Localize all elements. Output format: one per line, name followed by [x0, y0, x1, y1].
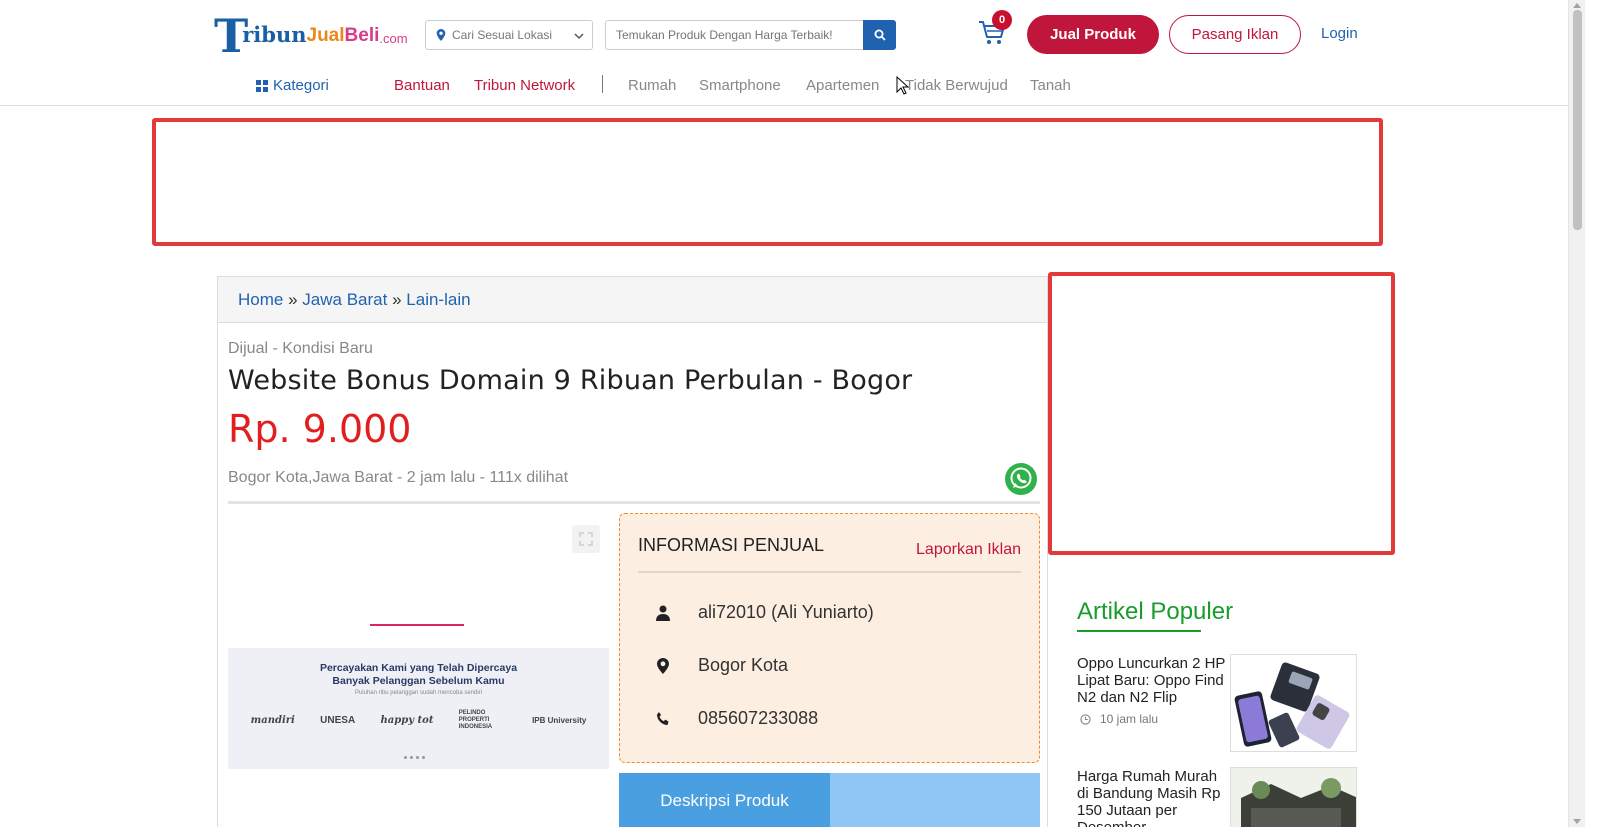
product-panel: Home » Jawa Barat » Lain-lain Dijual - K…: [217, 276, 1048, 827]
slide-dots[interactable]: [404, 756, 425, 759]
nav-category-tanah[interactable]: Tanah: [1030, 76, 1071, 96]
slide-heading: Percayakan Kami yang Telah Dipercaya Ban…: [228, 662, 609, 688]
scroll-down-arrow-icon[interactable]: [1573, 819, 1581, 824]
top-ad-banner[interactable]: [152, 118, 1383, 246]
client-logo-unesa: UNESA: [320, 715, 356, 726]
nav-category-tidak-berwujud[interactable]: Tidak Berwujud: [905, 76, 1008, 96]
scroll-thumb[interactable]: [1573, 10, 1582, 230]
slide-heading-line-2: Banyak Pelanggan Sebelum Kamu: [332, 675, 505, 687]
tab-description[interactable]: Deskripsi Produk: [619, 773, 830, 827]
expand-icon[interactable]: [572, 525, 600, 553]
chevron-down-icon: [574, 33, 584, 40]
category-nav: Kategori Bantuan Tribun Network Rumah Sm…: [0, 70, 1568, 106]
search-icon: [874, 29, 886, 41]
clock-icon: [1080, 713, 1091, 725]
post-ad-button[interactable]: Pasang Iklan: [1169, 15, 1301, 54]
logo-beli: Beli: [344, 25, 380, 46]
phone-icon: [656, 711, 670, 727]
client-logos: mandiri UNESA happy tot PELINDO PROPERTI…: [228, 710, 609, 731]
report-ad-link[interactable]: Laporkan Iklan: [916, 541, 1021, 559]
content-divider: [228, 501, 1040, 504]
breadcrumb-separator: »: [288, 290, 298, 309]
breadcrumb-separator: »: [392, 290, 402, 309]
article-thumbnail-2[interactable]: [1230, 767, 1357, 827]
map-pin-icon: [436, 29, 446, 41]
login-link[interactable]: Login: [1321, 25, 1358, 42]
nav-category-apartemen[interactable]: Apartemen: [806, 76, 879, 96]
nav-separator: [602, 75, 603, 93]
seller-info-title: INFORMASI PENJUAL: [638, 535, 825, 555]
seller-username-row: ali72010 (Ali Yuniarto): [656, 602, 874, 623]
product-price: Rp. 9.000: [228, 407, 412, 451]
article-time-text: 10 jam lalu: [1100, 712, 1159, 726]
search-button[interactable]: [863, 20, 896, 50]
kategori-label: Kategori: [273, 77, 329, 94]
article-time-1: 10 jam lalu: [1080, 712, 1158, 726]
seller-username[interactable]: ali72010 (Ali Yuniarto): [698, 602, 874, 623]
house-image: [1231, 768, 1356, 827]
product-title: Website Bonus Domain 9 Ribuan Perbulan -…: [228, 365, 913, 396]
site-logo[interactable]: T ribun Jual Beli .com: [214, 13, 408, 59]
location-select[interactable]: Cari Sesuai Lokasi: [425, 20, 593, 50]
client-logo-happy-tot: happy tot: [380, 715, 434, 726]
article-thumbnail-1[interactable]: [1230, 654, 1357, 752]
popular-articles-heading: Artikel Populer: [1077, 598, 1234, 625]
search-input[interactable]: [605, 20, 863, 50]
page: T ribun Jual Beli .com Cari Sesuai Lokas…: [0, 0, 1585, 827]
product-meta: Bogor Kota,Jawa Barat - 2 jam lalu - 111…: [228, 469, 569, 486]
seller-location: Bogor Kota: [698, 655, 789, 675]
breadcrumb-region[interactable]: Jawa Barat: [302, 290, 387, 309]
seller-phone[interactable]: 085607233088: [698, 708, 818, 729]
vertical-scrollbar[interactable]: [1568, 0, 1585, 827]
breadcrumb-category[interactable]: Lain-lain: [406, 290, 470, 309]
client-logo-mandiri: mandiri: [250, 715, 295, 726]
nav-category-rumah[interactable]: Rumah: [628, 76, 676, 96]
product-condition: Dijual - Kondisi Baru: [228, 340, 373, 357]
breadcrumb: Home » Jawa Barat » Lain-lain: [218, 277, 1047, 323]
client-logo-ipb: IPB University: [532, 716, 587, 725]
nav-link-tribun-network[interactable]: Tribun Network: [474, 76, 575, 96]
seller-info-box: INFORMASI PENJUAL Laporkan Iklan ali7201…: [619, 513, 1040, 763]
product-tabs: Deskripsi Produk: [619, 773, 1040, 827]
seller-location-row: Bogor Kota: [656, 655, 788, 676]
grid-icon: [256, 80, 268, 92]
heading-underline: [1077, 630, 1201, 632]
logo-com: .com: [379, 31, 408, 46]
user-icon: [656, 605, 670, 621]
sidebar-ad-banner[interactable]: [1048, 272, 1395, 555]
article-title-2[interactable]: Harga Rumah Murah di Bandung Masih Rp 15…: [1077, 768, 1232, 827]
slide-subtext: Puluhan ribu pelanggan sudah mencoba sen…: [354, 690, 483, 696]
phone-image: [1231, 655, 1356, 751]
product-gallery[interactable]: Percayakan Kami yang Telah Dipercaya Ban…: [228, 515, 609, 815]
location-select-label: Cari Sesuai Lokasi: [452, 28, 553, 42]
client-logo-pelindo: PELINDO PROPERTI INDONESIA: [458, 710, 493, 730]
gallery-slide: Percayakan Kami yang Telah Dipercaya Ban…: [228, 648, 609, 769]
slide-heading-line-1: Percayakan Kami yang Telah Dipercaya: [319, 662, 518, 674]
mouse-cursor-icon: [896, 76, 910, 95]
whatsapp-icon[interactable]: [1004, 462, 1038, 496]
breadcrumb-home[interactable]: Home: [238, 290, 283, 309]
gallery-indicator-line: [370, 624, 464, 626]
seller-divider: [638, 571, 1021, 573]
map-marker-icon: [656, 657, 670, 674]
logo-jual: Jual: [306, 25, 345, 46]
nav-link-bantuan[interactable]: Bantuan: [394, 76, 450, 96]
kategori-menu[interactable]: Kategori: [256, 76, 329, 96]
seller-phone-row: 085607233088: [656, 708, 818, 729]
nav-category-smartphone[interactable]: Smartphone: [699, 76, 781, 96]
sell-product-button[interactable]: Jual Produk: [1027, 15, 1159, 54]
logo-ribun: ribun: [242, 22, 307, 47]
article-title-1[interactable]: Oppo Luncurkan 2 HP Lipat Baru: Oppo Fin…: [1077, 655, 1232, 706]
cart-count-badge: 0: [992, 10, 1012, 30]
scroll-up-arrow-icon[interactable]: [1573, 3, 1581, 8]
